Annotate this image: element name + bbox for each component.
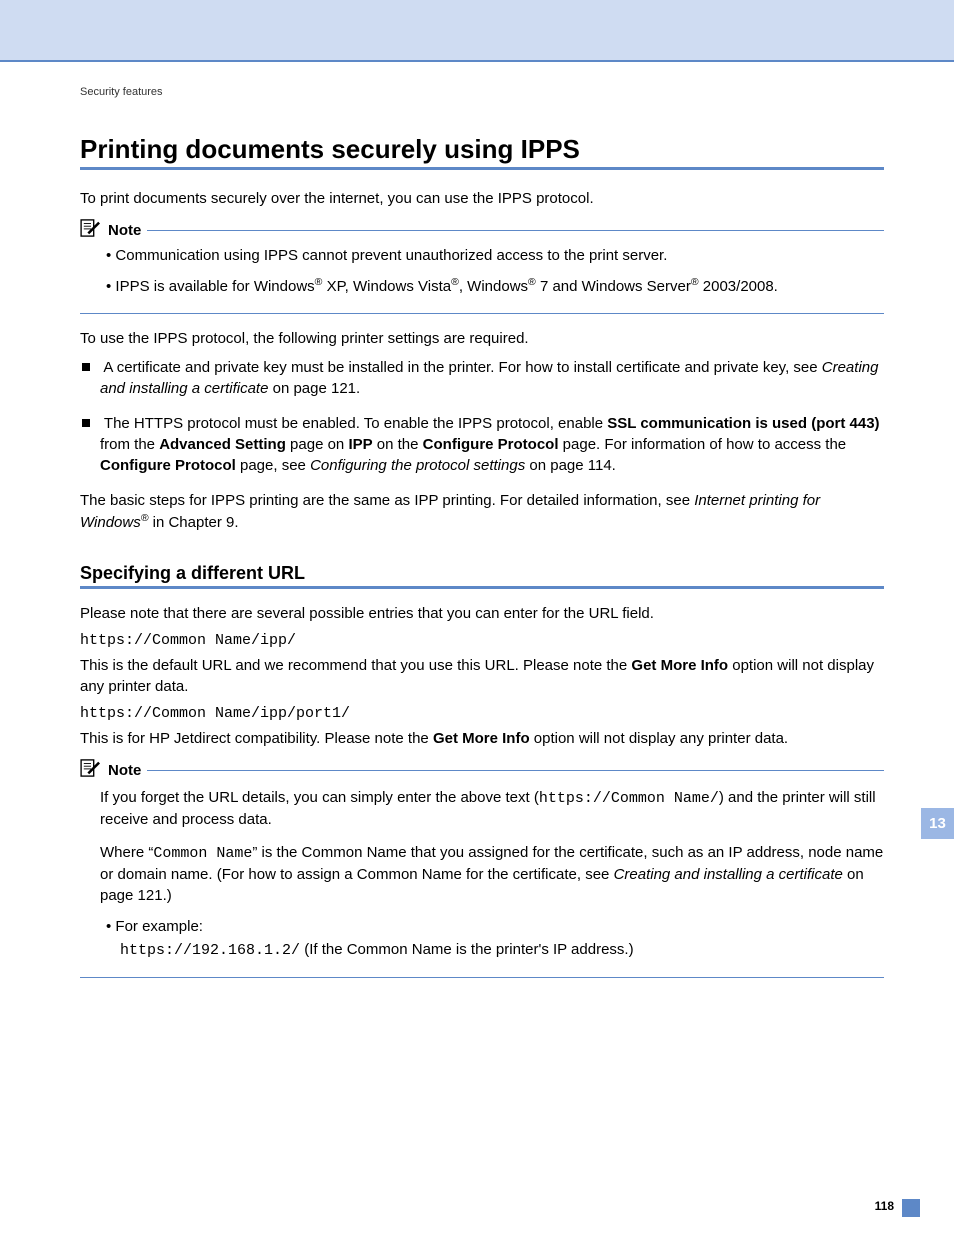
text: XP, Windows Vista [322,278,451,295]
registered-mark: ® [528,276,536,288]
note-header: Note [80,759,884,781]
xref: Creating and installing a certificate [614,866,843,883]
note-box: Note Communication using IPPS cannot pre… [80,219,884,314]
note-box: Note If you forget the URL details, you … [80,759,884,978]
note-label: Note [108,762,141,779]
note-rule [147,230,884,231]
xref: Configuring the protocol settings [310,457,525,474]
bold-term: SSL communication is used (port 443) [607,415,879,432]
text: in Chapter 9. [148,514,238,531]
note-header: Note [80,219,884,241]
bold-term: Configure Protocol [100,457,236,474]
subheading: Specifying a different URL [80,563,884,589]
note-icon [80,219,102,241]
list-item: A certificate and private key must be in… [100,357,884,399]
text: on page 114. [525,457,616,474]
text: page. For information of how to access t… [559,436,847,453]
example-list: For example: https://192.168.1.2/ (If th… [100,918,884,959]
text: A certificate and private key must be in… [103,359,821,376]
text: Where “ [100,844,153,861]
header-band [0,0,954,62]
inline-code: https://192.168.1.2/ [120,942,300,959]
note-label: Note [108,222,141,239]
text: This is the default URL and we recommend… [80,657,631,674]
url-code: https://Common Name/ipp/port1/ [80,705,884,722]
text: If you forget the URL details, you can s… [100,789,539,806]
text: The HTTPS protocol must be enabled. To e… [104,415,607,432]
bold-term: IPP [348,436,372,453]
inline-code: https://Common Name/ [539,790,719,807]
text: on page 121. [268,380,360,397]
requirements-intro: To use the IPPS protocol, the following … [80,328,884,349]
note-paragraph: Where “Common Name” is the Common Name t… [100,842,884,906]
url-code: https://Common Name/ipp/ [80,632,884,649]
page-number: 118 [875,1199,894,1213]
bold-term: Configure Protocol [423,436,559,453]
text: 7 and Windows Server [536,278,691,295]
list-item: The HTTPS protocol must be enabled. To e… [100,413,884,476]
text: , Windows [459,278,528,295]
text: on the [373,436,423,453]
text: page, see [236,457,310,474]
registered-mark: ® [451,276,459,288]
text: (If the Common Name is the printer's IP … [300,941,634,958]
list-item: For example: https://192.168.1.2/ (If th… [120,918,884,959]
bold-term: Get More Info [631,657,728,674]
chapter-tab: 13 [921,808,954,839]
note-paragraph: If you forget the URL details, you can s… [100,787,884,830]
text: 2003/2008. [699,278,778,295]
note-body: Communication using IPPS cannot prevent … [80,247,884,314]
example-line: https://192.168.1.2/ (If the Common Name… [120,941,884,959]
basic-steps-paragraph: The basic steps for IPPS printing are th… [80,490,884,533]
text: This is for HP Jetdirect compatibility. … [80,730,433,747]
page-content: Security features Printing documents sec… [0,62,954,978]
bold-term: Advanced Setting [159,436,286,453]
text: from the [100,436,159,453]
text: page on [286,436,349,453]
list-item: Communication using IPPS cannot prevent … [120,247,884,264]
note-rule [147,770,884,771]
requirements-list: A certificate and private key must be in… [80,357,884,476]
text: IPPS is available for Windows [115,278,314,295]
running-head: Security features [80,86,884,98]
inline-code: Common Name [153,845,252,862]
page-title: Printing documents securely using IPPS [80,134,884,170]
text: The basic steps for IPPS printing are th… [80,492,694,509]
list-item: IPPS is available for Windows® XP, Windo… [120,276,884,295]
bold-term: Get More Info [433,730,530,747]
url-description: This is the default URL and we recommend… [80,655,884,697]
note-icon [80,759,102,781]
registered-mark: ® [691,276,699,288]
note-list: Communication using IPPS cannot prevent … [100,247,884,295]
url-intro: Please note that there are several possi… [80,603,884,624]
text: option will not display any printer data… [530,730,788,747]
footer-accent [902,1199,920,1217]
note-body: If you forget the URL details, you can s… [80,787,884,978]
url-description: This is for HP Jetdirect compatibility. … [80,728,884,749]
intro-paragraph: To print documents securely over the int… [80,188,884,209]
text: For example: [115,918,203,935]
